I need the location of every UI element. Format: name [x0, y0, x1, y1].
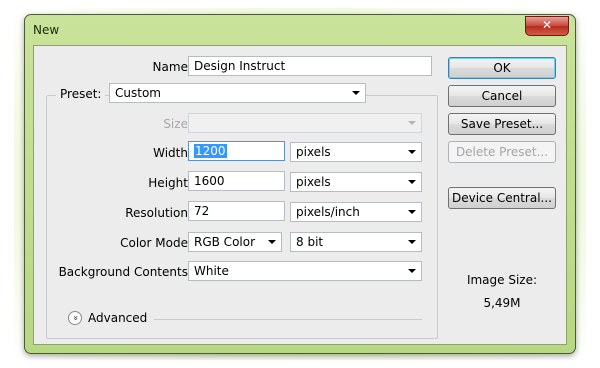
- close-icon: ✕: [541, 18, 553, 32]
- ok-button[interactable]: OK: [448, 57, 556, 79]
- advanced-toggle[interactable]: Advanced: [88, 311, 147, 325]
- resolution-unit-select[interactable]: pixels/inch: [290, 202, 422, 222]
- color-mode-select[interactable]: RGB Color: [188, 232, 282, 252]
- chevron-down-icon: [408, 180, 416, 184]
- resolution-unit-value: pixels/inch: [296, 205, 360, 219]
- bit-depth-value: 8 bit: [296, 235, 324, 249]
- height-value: 1600: [194, 174, 225, 188]
- chevron-down-icon: [408, 210, 416, 214]
- width-unit-value: pixels: [296, 145, 331, 159]
- size-select[interactable]: [188, 113, 422, 133]
- chevron-down-icon: [352, 91, 360, 95]
- cancel-button[interactable]: Cancel: [448, 85, 556, 107]
- resolution-input[interactable]: 72: [188, 201, 285, 221]
- chevron-double-down-icon[interactable]: »: [68, 311, 82, 325]
- background-contents-label: Background Contents:: [58, 265, 192, 279]
- preset-value: Custom: [115, 86, 161, 100]
- background-contents-value: White: [194, 264, 229, 278]
- width-value: 1200: [194, 144, 227, 158]
- preset-label: Preset:: [56, 87, 106, 101]
- chevron-down-icon: [408, 121, 416, 125]
- advanced-divider: [154, 319, 422, 320]
- name-label: Name:: [152, 60, 192, 74]
- device-central-button[interactable]: Device Central...: [448, 187, 556, 209]
- height-label: Height:: [148, 176, 192, 190]
- save-preset-button[interactable]: Save Preset...: [448, 113, 556, 135]
- dialog-body: Name: Design Instruct Preset: Custom Siz…: [33, 45, 567, 345]
- color-mode-value: RGB Color: [194, 235, 256, 249]
- name-input[interactable]: Design Instruct: [188, 56, 432, 76]
- dialog-title: New: [33, 23, 60, 37]
- height-input[interactable]: 1600: [188, 171, 285, 191]
- delete-preset-button[interactable]: Delete Preset...: [448, 141, 556, 163]
- width-input[interactable]: 1200: [188, 141, 285, 161]
- height-unit-select[interactable]: pixels: [290, 172, 422, 192]
- resolution-label: Resolution:: [125, 206, 192, 220]
- background-contents-select[interactable]: White: [188, 261, 422, 281]
- bit-depth-select[interactable]: 8 bit: [290, 232, 422, 252]
- preset-select[interactable]: Custom: [109, 83, 366, 103]
- chevron-down-icon: [408, 150, 416, 154]
- close-button[interactable]: ✕: [525, 16, 569, 36]
- new-document-dialog: New ✕ Name: Design Instruct Preset: Cust…: [24, 14, 576, 354]
- chevron-down-icon: [408, 269, 416, 273]
- name-value: Design Instruct: [194, 59, 286, 73]
- chevron-down-icon: [408, 240, 416, 244]
- color-mode-label: Color Mode:: [120, 236, 192, 250]
- chevron-down-icon: [268, 240, 276, 244]
- image-size-label: Image Size:: [466, 273, 538, 287]
- resolution-value: 72: [194, 204, 210, 218]
- width-unit-select[interactable]: pixels: [290, 142, 422, 162]
- title-bar[interactable]: New ✕: [25, 15, 575, 45]
- height-unit-value: pixels: [296, 175, 331, 189]
- width-label: Width:: [153, 146, 192, 160]
- image-size-value: 5,49M: [483, 296, 521, 310]
